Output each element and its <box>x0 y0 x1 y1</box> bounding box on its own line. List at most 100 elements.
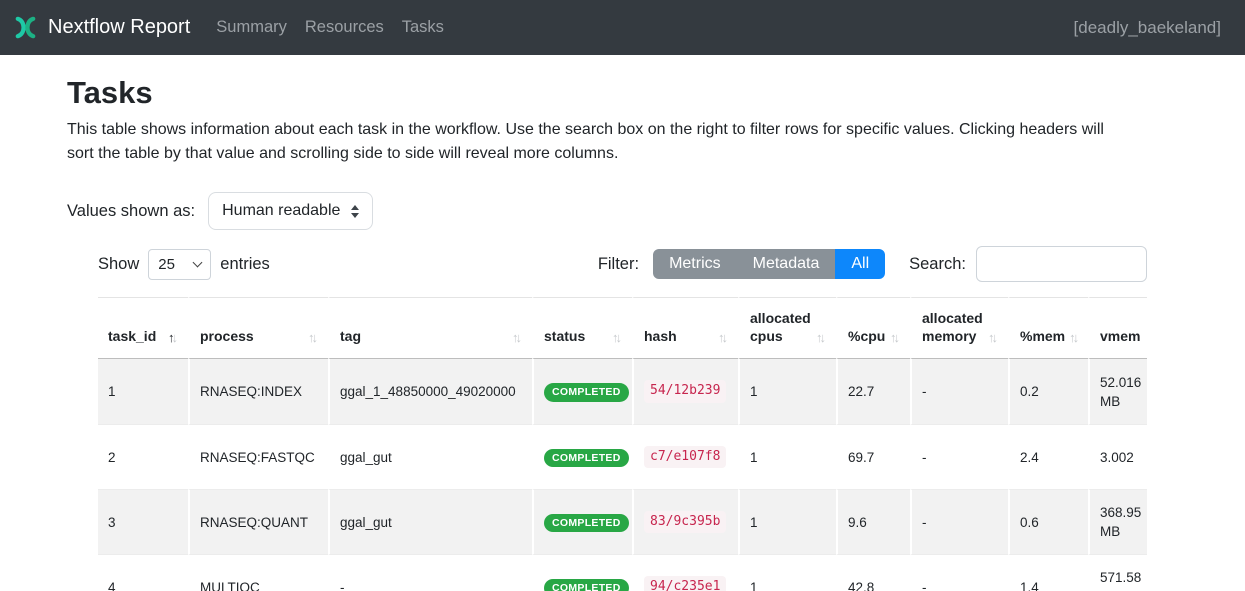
vmem-cell: 368.95 MB <box>1088 489 1147 554</box>
table-row: 3RNASEQ:QUANTggal_gut COMPLETED83/9c395b1… <box>98 489 1147 554</box>
pcpu-cell: 42.8 <box>836 554 910 591</box>
column-label: allocated cpus <box>750 309 812 345</box>
hash-cell: c7/e107f8 <box>632 424 738 489</box>
status-badge: COMPLETED <box>544 579 629 591</box>
column-header-process[interactable]: process ↑↓ <box>188 297 328 359</box>
filter-label: Filter: <box>598 255 639 274</box>
show-label: Show <box>98 255 139 274</box>
datatable-controls: Show 25 entries Filter: Metrics Metadata… <box>98 246 1147 282</box>
process-cell: RNASEQ:QUANT <box>188 489 328 554</box>
column-label: process <box>200 327 254 345</box>
select-updown-icon <box>351 205 359 218</box>
column-label: task_id <box>108 327 156 345</box>
column-header-vmem[interactable]: vmem ↑↓ <box>1088 297 1147 359</box>
sort-icon: ↑↓ <box>1146 331 1147 345</box>
brand-title: Nextflow Report <box>48 16 190 39</box>
nextflow-logo-icon <box>12 14 39 41</box>
tag-cell: ggal_1_48850000_49020000 <box>328 359 532 424</box>
header-row: task_id↑↓process↑↓tag↑↓status↑↓hash↑↓all… <box>98 297 1147 359</box>
filter-button-all[interactable]: All <box>835 249 885 279</box>
nav-link-tasks[interactable]: Tasks <box>402 18 444 37</box>
values-shown-row: Values shown as: Human readable <box>67 192 1178 230</box>
sort-icon: ↑↓ <box>816 331 826 345</box>
task_id-cell: 3 <box>98 489 188 554</box>
allocated_cpus-cell: 1 <box>738 359 836 424</box>
pcpu-cell: 69.7 <box>836 424 910 489</box>
run-name: [deadly_baekeland] <box>1074 18 1221 38</box>
pmem-cell: 0.2 <box>1008 359 1088 424</box>
column-header-allocated_cpus[interactable]: allocated cpus ↑↓ <box>738 297 836 359</box>
table-row: 4MULTIQC-COMPLETED94/c235e1142.8-1.4571.… <box>98 554 1147 591</box>
task_id-cell: 1 <box>98 359 188 424</box>
tag-cell: ggal_gut <box>328 489 532 554</box>
vmem-cell: 571.58 MB <box>1088 554 1147 591</box>
column-header-task_id[interactable]: task_id ↑↓ <box>98 297 188 359</box>
task_id-cell: 2 <box>98 424 188 489</box>
hash-cell: 54/12b239 <box>632 359 738 424</box>
status-cell: COMPLETED <box>532 489 632 554</box>
column-header-pcpu[interactable]: %cpu ↑↓ <box>836 297 910 359</box>
page-length-select[interactable]: 25 <box>148 249 211 280</box>
sort-icon: ↑↓ <box>512 331 522 345</box>
hash-code: 94/c235e1 <box>644 576 726 591</box>
allocated_cpus-cell: 1 <box>738 424 836 489</box>
hash-cell: 94/c235e1 <box>632 554 738 591</box>
hash-cell: 83/9c395b <box>632 489 738 554</box>
status-cell: COMPLETED <box>532 424 632 489</box>
page-container: Tasks This table shows information about… <box>0 75 1245 591</box>
entries-label: entries <box>220 255 270 274</box>
process-cell: MULTIQC <box>188 554 328 591</box>
sort-icon: ↑↓ <box>1069 331 1079 345</box>
values-shown-select[interactable]: Human readable <box>208 192 373 230</box>
tasks-table: task_id↑↓process↑↓tag↑↓status↑↓hash↑↓all… <box>98 297 1147 591</box>
filter-button-group: Metrics Metadata All <box>653 249 885 279</box>
filter-button-metrics[interactable]: Metrics <box>653 249 737 279</box>
sort-icon: ↑↓ <box>168 331 178 345</box>
pmem-cell: 2.4 <box>1008 424 1088 489</box>
column-header-pmem[interactable]: %mem ↑↓ <box>1008 297 1088 359</box>
navbar: Nextflow Report Summary Resources Tasks … <box>0 0 1245 55</box>
chevron-down-icon <box>193 257 203 267</box>
hash-code: c7/e107f8 <box>644 446 726 468</box>
column-label: %cpu <box>848 327 885 345</box>
values-shown-label: Values shown as: <box>67 202 195 221</box>
column-header-status[interactable]: status↑↓ <box>532 297 632 359</box>
datatable-wrapper: Show 25 entries Filter: Metrics Metadata… <box>98 246 1147 591</box>
column-header-allocated_memory[interactable]: allocated memory ↑↓ <box>910 297 1008 359</box>
process-cell: RNASEQ:FASTQC <box>188 424 328 489</box>
search-label: Search: <box>909 255 966 274</box>
filter-search-control: Filter: Metrics Metadata All Search: <box>598 246 1147 282</box>
sort-icon: ↑↓ <box>718 331 728 345</box>
table-scroll-area[interactable]: task_id↑↓process↑↓tag↑↓status↑↓hash↑↓all… <box>98 297 1147 591</box>
column-header-hash[interactable]: hash↑↓ <box>632 297 738 359</box>
pcpu-cell: 9.6 <box>836 489 910 554</box>
nav-link-resources[interactable]: Resources <box>305 18 384 37</box>
sort-icon: ↑↓ <box>890 331 900 345</box>
status-cell: COMPLETED <box>532 554 632 591</box>
status-badge: COMPLETED <box>544 514 629 533</box>
process-cell: RNASEQ:INDEX <box>188 359 328 424</box>
allocated_cpus-cell: 1 <box>738 489 836 554</box>
tag-cell: ggal_gut <box>328 424 532 489</box>
values-shown-value: Human readable <box>222 202 340 220</box>
column-header-tag[interactable]: tag ↑↓ <box>328 297 532 359</box>
table-row: 1RNASEQ:INDEXggal_1_48850000_49020000COM… <box>98 359 1147 424</box>
brand[interactable]: Nextflow Report <box>12 14 190 41</box>
allocated_memory-cell: - <box>910 424 1008 489</box>
sort-icon: ↑↓ <box>308 331 318 345</box>
search-input[interactable] <box>976 246 1147 282</box>
hash-code: 54/12b239 <box>644 380 726 402</box>
filter-button-metadata[interactable]: Metadata <box>737 249 836 279</box>
column-label: allocated memory <box>922 309 984 345</box>
pmem-cell: 0.6 <box>1008 489 1088 554</box>
status-badge: COMPLETED <box>544 383 629 402</box>
pcpu-cell: 22.7 <box>836 359 910 424</box>
nav-link-summary[interactable]: Summary <box>216 18 287 37</box>
vmem-cell: 3.002 <box>1088 424 1147 489</box>
allocated_cpus-cell: 1 <box>738 554 836 591</box>
column-label: vmem <box>1100 327 1140 345</box>
column-label: tag <box>340 327 361 345</box>
column-label: %mem <box>1020 327 1065 345</box>
sort-icon: ↑↓ <box>988 331 998 345</box>
nav-links: Summary Resources Tasks <box>216 18 444 37</box>
